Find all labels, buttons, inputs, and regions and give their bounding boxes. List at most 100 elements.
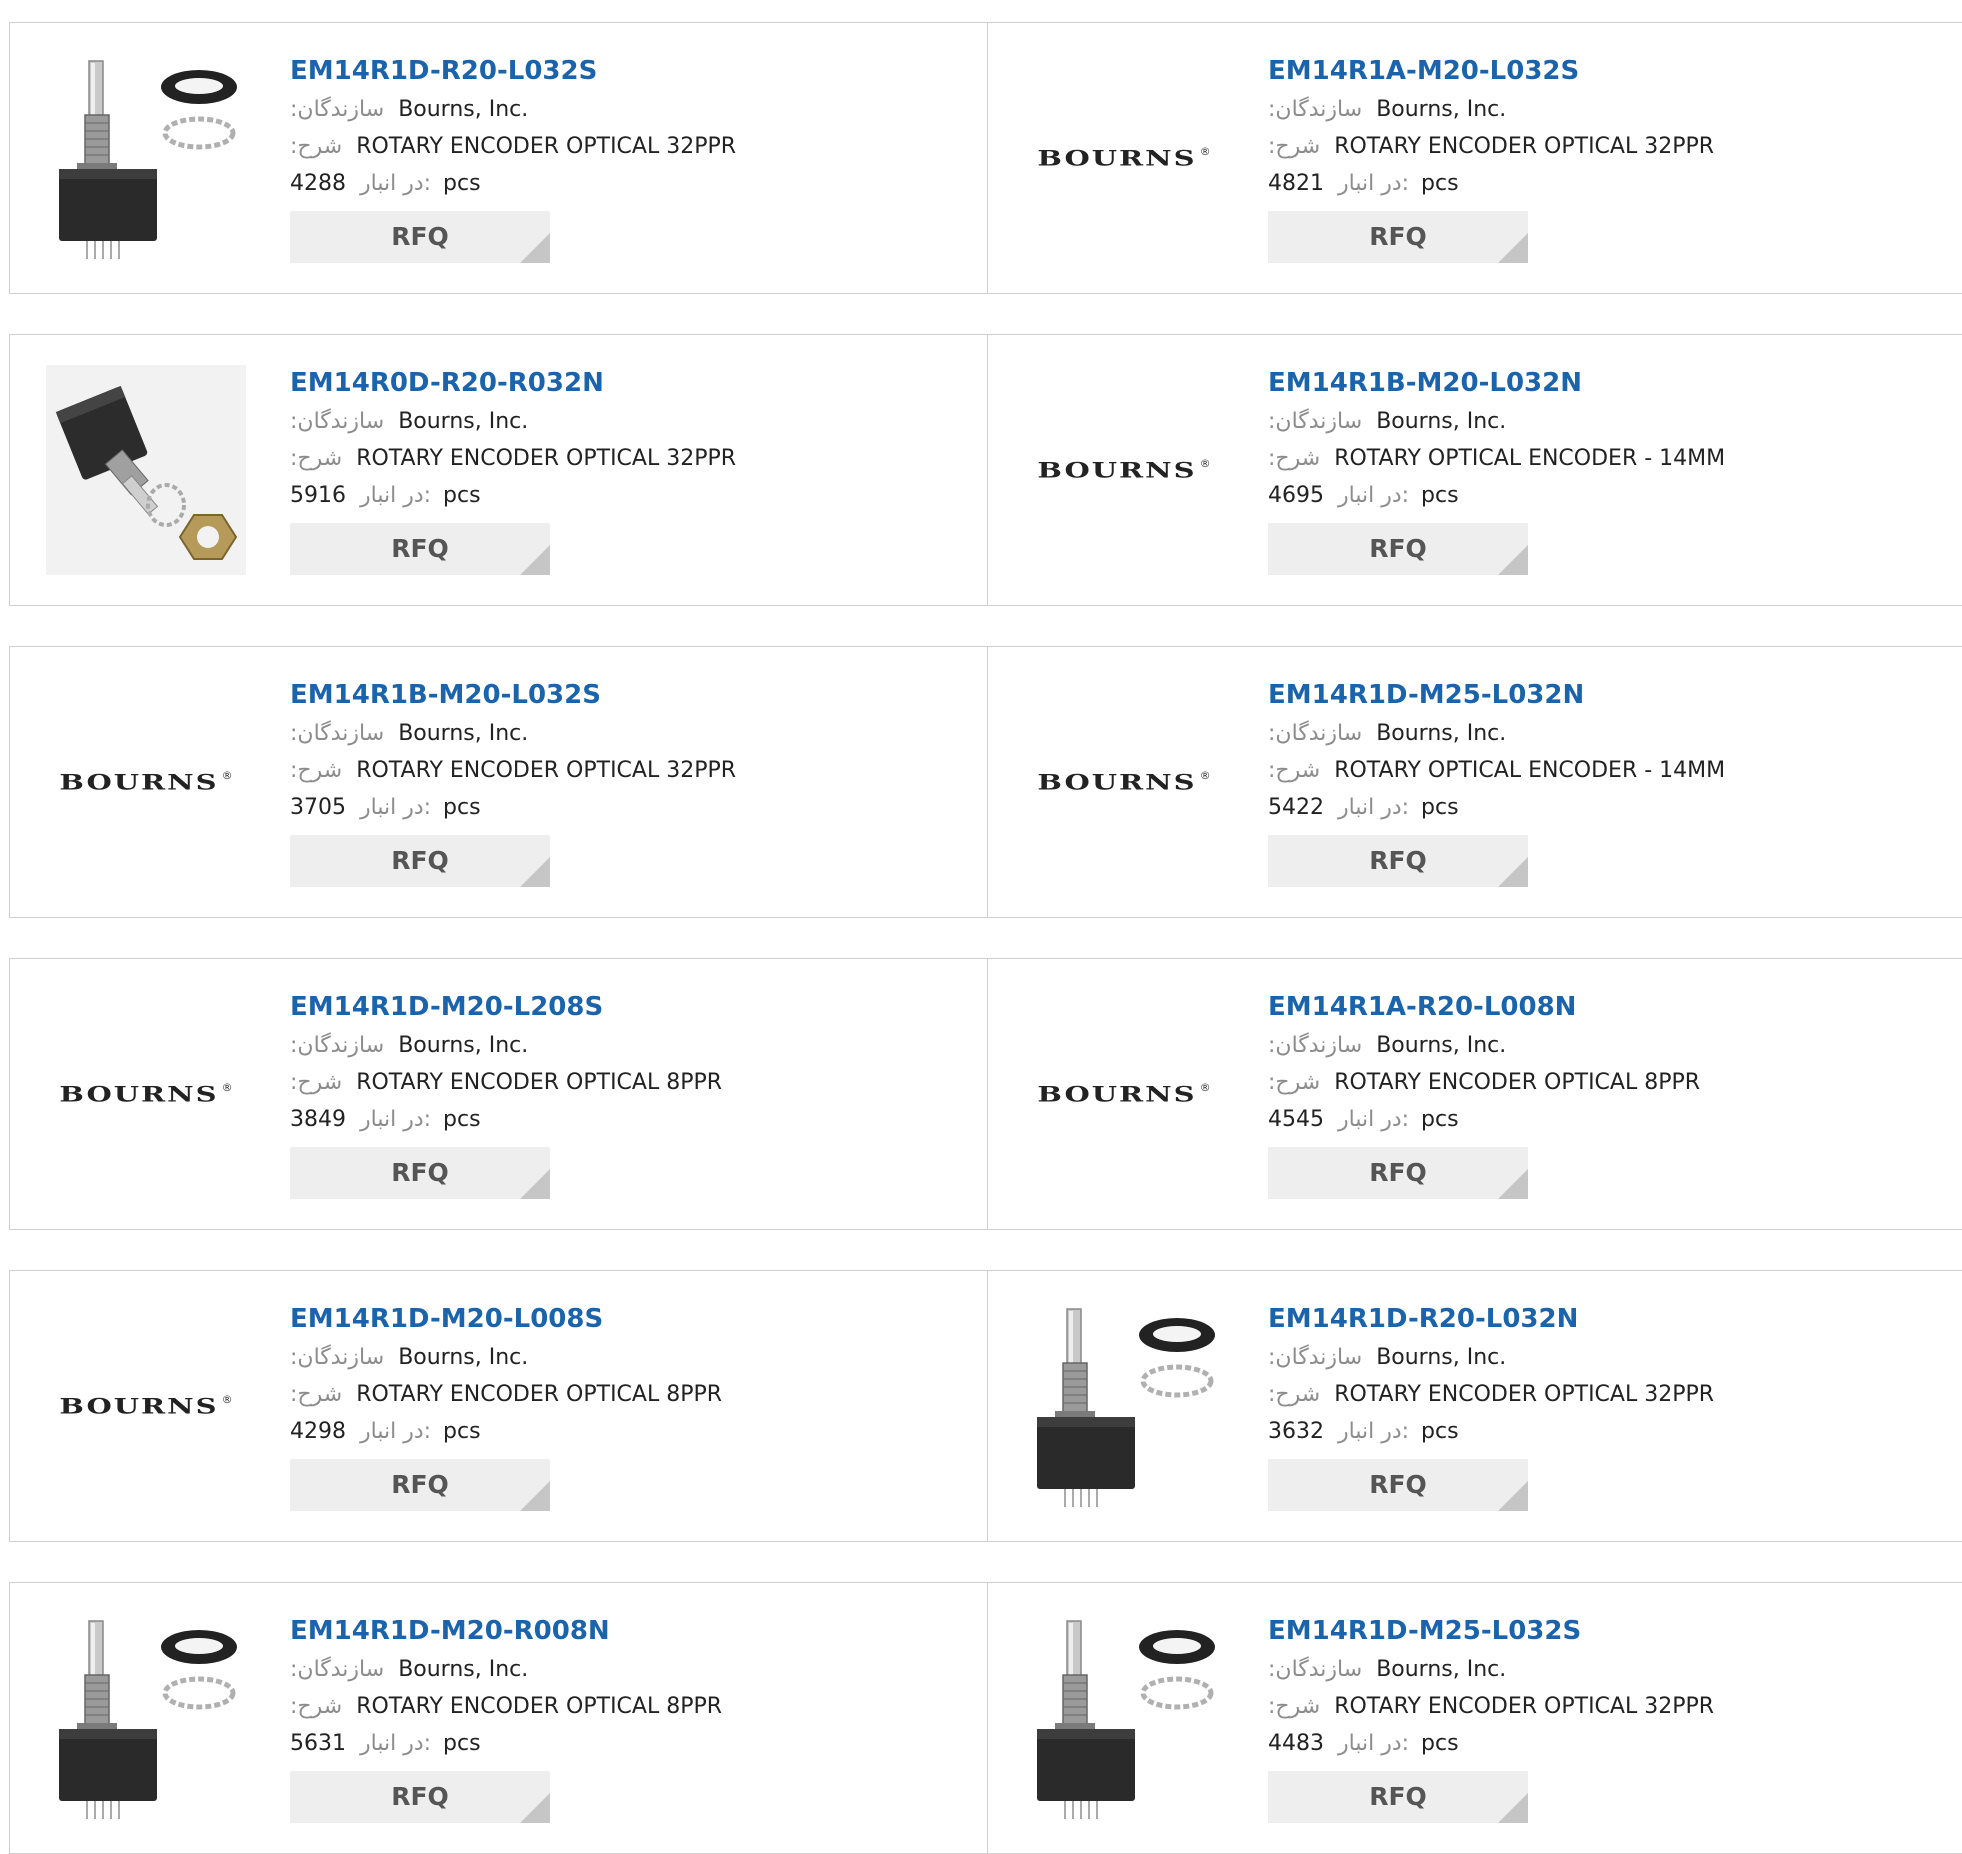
product-thumbnail[interactable] <box>44 365 248 575</box>
rfq-label: RFQ <box>1369 1782 1427 1811</box>
part-number-link[interactable]: EM14R1A-M20-L032S <box>1268 51 1714 91</box>
rfq-button[interactable]: RFQ <box>1268 1147 1528 1199</box>
product-image-encoder[interactable] <box>1029 1301 1219 1511</box>
stock-label: در انبار: <box>1338 795 1410 820</box>
product-thumbnail[interactable]: BOURNS ® <box>1022 365 1226 575</box>
manufacturer-value: Bourns, Inc. <box>398 721 529 746</box>
rfq-button[interactable]: RFQ <box>1268 835 1528 887</box>
manufacturer-label: :سازندگان <box>1268 409 1363 434</box>
rfq-corner-decoration <box>520 1481 550 1511</box>
rfq-button[interactable]: RFQ <box>290 1771 550 1823</box>
description-value: ROTARY ENCODER OPTICAL 32PPR <box>1334 1382 1715 1407</box>
part-number-link[interactable]: EM14R1D-R20-L032S <box>290 51 736 91</box>
part-number-link[interactable]: EM14R1D-M25-L032S <box>1268 1611 1714 1651</box>
bourns-logo-text: BOURNS <box>59 1081 219 1107</box>
description-line: :شرح ROTARY ENCODER OPTICAL 32PPR <box>290 752 736 789</box>
registered-mark: ® <box>221 769 233 782</box>
product-info: EM14R1D-M20-L208S:سازندگان Bourns, Inc.:ش… <box>290 987 722 1199</box>
product-thumbnail[interactable]: BOURNS ® <box>1022 677 1226 887</box>
description-label: :شرح <box>1268 1382 1321 1407</box>
manufacturer-value: Bourns, Inc. <box>398 409 529 434</box>
manufacturer-value: Bourns, Inc. <box>398 1345 529 1370</box>
product-image-encoder[interactable] <box>51 53 241 263</box>
description-label: :شرح <box>1268 758 1321 783</box>
product-thumbnail[interactable]: BOURNS ® <box>1022 989 1226 1199</box>
registered-mark: ® <box>1199 769 1211 782</box>
bourns-logo-text: BOURNS <box>1037 457 1197 483</box>
description-line: :شرح ROTARY ENCODER OPTICAL 8PPR <box>1268 1064 1700 1101</box>
rfq-button[interactable]: RFQ <box>1268 1459 1528 1511</box>
product-image-encoder[interactable] <box>51 1613 241 1823</box>
stock-line: 3632 در انبار: pcs <box>1268 1413 1714 1450</box>
part-number-link[interactable]: EM14R0D-R20-R032N <box>290 363 736 403</box>
rfq-button[interactable]: RFQ <box>290 211 550 263</box>
rfq-button[interactable]: RFQ <box>1268 211 1528 263</box>
description-value: ROTARY ENCODER OPTICAL 8PPR <box>356 1694 723 1719</box>
bourns-logo[interactable]: BOURNS ® <box>1037 1077 1210 1111</box>
bourns-logo[interactable]: BOURNS ® <box>59 1389 232 1423</box>
part-number-link[interactable]: EM14R1A-R20-L008N <box>1268 987 1700 1027</box>
stock-line: 4298 در انبار: pcs <box>290 1413 722 1450</box>
product-image-encoder[interactable] <box>1029 1613 1219 1823</box>
description-line: :شرح ROTARY ENCODER OPTICAL 32PPR <box>1268 1688 1714 1725</box>
product-thumbnail[interactable]: BOURNS ® <box>44 677 248 887</box>
product-row: BOURNS ® EM14R1D-M20-L208S:سازندگان Bourn… <box>9 958 1962 1230</box>
product-info: EM14R1D-R20-L032N:سازندگان Bourns, Inc.:ش… <box>1268 1299 1714 1511</box>
manufacturer-label: :سازندگان <box>1268 721 1363 746</box>
part-number-link[interactable]: EM14R1B-M20-L032N <box>1268 363 1725 403</box>
stock-value: 4695 <box>1268 483 1324 508</box>
stock-label: در انبار: <box>1338 171 1410 196</box>
part-number-link[interactable]: EM14R1D-M20-R008N <box>290 1611 722 1651</box>
rfq-button[interactable]: RFQ <box>1268 1771 1528 1823</box>
manufacturer-label: :سازندگان <box>1268 1657 1363 1682</box>
bourns-logo[interactable]: BOURNS ® <box>1037 765 1210 799</box>
product-thumbnail[interactable] <box>44 53 248 263</box>
product-row: EM14R1D-R20-L032S:سازندگان Bourns, Inc.:ش… <box>9 22 1962 294</box>
rfq-button[interactable]: RFQ <box>290 835 550 887</box>
bourns-logo[interactable]: BOURNS ® <box>59 1077 232 1111</box>
manufacturer-label: :سازندگان <box>290 409 385 434</box>
rfq-label: RFQ <box>391 534 449 563</box>
product-thumbnail[interactable]: BOURNS ® <box>1022 53 1226 263</box>
product-row: EM14R1D-M20-R008N :سازندگان Bourns, Inc. :ش… <box>9 1582 1962 1854</box>
stock-line: 3705 در انبار: pcs <box>290 789 736 826</box>
rfq-button[interactable]: RFQ <box>290 1147 550 1199</box>
bourns-logo[interactable]: BOURNS ® <box>1037 141 1210 175</box>
description-label: :شرح <box>1268 1694 1321 1719</box>
bourns-logo-text: BOURNS <box>59 1393 219 1419</box>
rfq-label: RFQ <box>1369 846 1427 875</box>
bourns-logo[interactable]: BOURNS ® <box>59 765 232 799</box>
stock-line: 4545 در انبار: pcs <box>1268 1101 1700 1138</box>
description-label: :شرح <box>290 1694 343 1719</box>
part-number-link[interactable]: EM14R1D-R20-L032N <box>1268 1299 1714 1339</box>
stock-line: 5916 در انبار: pcs <box>290 477 736 514</box>
product-card: BOURNS ® EM14R1D-M20-L208S:سازندگان Bourn… <box>10 959 988 1229</box>
stock-line: 4821 در انبار: pcs <box>1268 165 1714 202</box>
rfq-button[interactable]: RFQ <box>290 1459 550 1511</box>
product-thumbnail[interactable] <box>1022 1613 1226 1823</box>
part-number-link[interactable]: EM14R1D-M20-L008S <box>290 1299 722 1339</box>
stock-value: 4545 <box>1268 1107 1324 1132</box>
part-number-link[interactable]: EM14R1D-M20-L208S <box>290 987 722 1027</box>
product-image-encoder-angled[interactable] <box>46 365 246 575</box>
rfq-button[interactable]: RFQ <box>1268 523 1528 575</box>
manufacturer-value: Bourns, Inc. <box>1376 1033 1507 1058</box>
manufacturer-value: Bourns, Inc. <box>1376 1657 1507 1682</box>
registered-mark: ® <box>221 1081 233 1094</box>
rfq-corner-decoration <box>1498 1793 1528 1823</box>
product-thumbnail[interactable]: BOURNS ® <box>44 1301 248 1511</box>
rfq-corner-decoration <box>520 545 550 575</box>
product-thumbnail[interactable] <box>1022 1301 1226 1511</box>
product-info: EM14R1D-M25-L032N:سازندگان Bourns, Inc.:ش… <box>1268 675 1725 887</box>
rfq-label: RFQ <box>1369 222 1427 251</box>
product-card: BOURNS ® EM14R1D-M20-L008S:سازندگان Bourn… <box>10 1271 988 1541</box>
stock-label: در انبار: <box>360 483 432 508</box>
product-thumbnail[interactable]: BOURNS ® <box>44 989 248 1199</box>
description-value: ROTARY ENCODER OPTICAL 8PPR <box>356 1070 723 1095</box>
rfq-button[interactable]: RFQ <box>290 523 550 575</box>
bourns-logo[interactable]: BOURNS ® <box>1037 453 1210 487</box>
description-label: :شرح <box>290 446 343 471</box>
part-number-link[interactable]: EM14R1B-M20-L032S <box>290 675 736 715</box>
part-number-link[interactable]: EM14R1D-M25-L032N <box>1268 675 1725 715</box>
product-thumbnail[interactable] <box>44 1613 248 1823</box>
